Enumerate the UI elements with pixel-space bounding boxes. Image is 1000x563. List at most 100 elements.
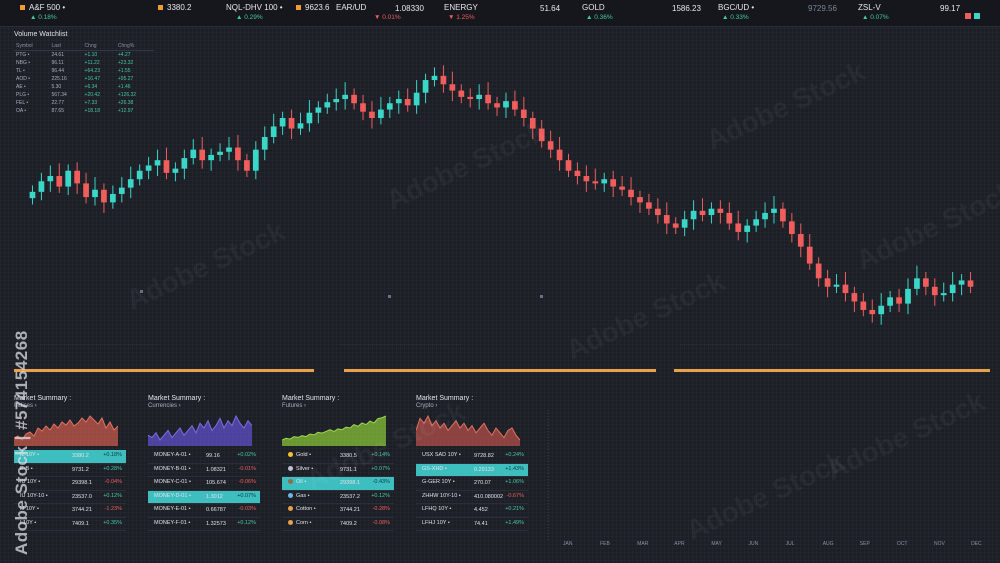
- candle-body[interactable]: [583, 176, 590, 182]
- candle-body[interactable]: [717, 208, 724, 213]
- panel-row[interactable]: MONEY-A-01 • 99.16 +0.02%: [148, 450, 260, 464]
- candle-body[interactable]: [958, 280, 965, 285]
- ticker-item[interactable]: ZSL-V: [858, 3, 881, 12]
- candle-body[interactable]: [851, 293, 858, 302]
- candle-body[interactable]: [628, 189, 634, 198]
- candle-body[interactable]: [413, 92, 420, 106]
- candle-body[interactable]: [815, 263, 822, 279]
- candle-body[interactable]: [869, 309, 876, 315]
- candle-body[interactable]: [726, 212, 733, 224]
- candle-body[interactable]: [101, 189, 107, 203]
- panel-row[interactable]: MONEY-E-01 • 0.66787 -0.03%: [148, 504, 260, 518]
- candle-body[interactable]: [842, 284, 849, 294]
- candle-body[interactable]: [592, 181, 599, 184]
- panel-row[interactable]: LFHJ 10Y • 74.41 +1.49%: [416, 518, 528, 531]
- candle-body[interactable]: [404, 99, 411, 106]
- candle-body[interactable]: [797, 234, 804, 247]
- candle-body[interactable]: [163, 160, 170, 173]
- candle-body[interactable]: [520, 109, 527, 119]
- panel-row[interactable]: LFHQ 10Y • 4.452 +0.21%: [416, 504, 528, 518]
- candle-body[interactable]: [967, 280, 974, 287]
- candle-body[interactable]: [601, 179, 608, 184]
- candle-body[interactable]: [878, 305, 885, 315]
- candle-body[interactable]: [905, 288, 911, 304]
- panel-row[interactable]: Gas • 23537.2 +0.12%: [282, 491, 394, 504]
- ticker-item[interactable]: A&F 500 •: [20, 3, 65, 12]
- candle-body[interactable]: [440, 75, 447, 85]
- candle-body[interactable]: [780, 208, 786, 222]
- candle-body[interactable]: [110, 193, 116, 203]
- candle-body[interactable]: [136, 170, 143, 180]
- panel-row[interactable]: ZHHW 10Y-10 • 410.080002 -0.67%: [416, 491, 528, 504]
- candle-body[interactable]: [619, 186, 625, 190]
- candle-body[interactable]: [699, 210, 706, 216]
- candle-body[interactable]: [92, 189, 98, 198]
- candle-body[interactable]: [56, 176, 63, 187]
- candle-body[interactable]: [708, 208, 715, 216]
- candle-body[interactable]: [940, 293, 947, 296]
- candle-body[interactable]: [806, 246, 813, 264]
- candle-body[interactable]: [654, 208, 661, 216]
- candle-body[interactable]: [503, 101, 509, 108]
- candle-body[interactable]: [315, 107, 322, 113]
- ticker-item[interactable]: BGC/UD •: [718, 3, 754, 12]
- candle-body[interactable]: [494, 103, 500, 108]
- candle-body[interactable]: [208, 154, 215, 161]
- candle-body[interactable]: [610, 179, 617, 187]
- candle-body[interactable]: [467, 96, 474, 100]
- candle-body[interactable]: [386, 103, 393, 110]
- panel-row[interactable]: G-GER 10Y • 270.07 +1.06%: [416, 477, 528, 491]
- candle-body[interactable]: [431, 75, 438, 81]
- candle-body[interactable]: [762, 212, 768, 220]
- candle-body[interactable]: [449, 84, 456, 91]
- candle-body[interactable]: [690, 210, 697, 220]
- candle-body[interactable]: [297, 123, 304, 129]
- candle-body[interactable]: [127, 179, 134, 188]
- candle-body[interactable]: [217, 151, 223, 155]
- candle-body[interactable]: [512, 101, 518, 110]
- candle-body[interactable]: [824, 278, 831, 287]
- candle-body[interactable]: [788, 221, 795, 235]
- ticker-item[interactable]: EAR/UD: [336, 3, 366, 12]
- panel-row[interactable]: MONEY-C-01 • 105.674 -0.06%: [148, 477, 260, 491]
- ticker-item[interactable]: 9623.6: [296, 3, 329, 12]
- candle-body[interactable]: [306, 112, 313, 124]
- candle-body[interactable]: [65, 170, 72, 187]
- panel-category[interactable]: Currencies ›: [148, 403, 260, 409]
- panel-category[interactable]: Futures ›: [282, 403, 394, 409]
- candle-body[interactable]: [860, 301, 867, 310]
- candle-body[interactable]: [279, 118, 286, 127]
- candle-body[interactable]: [342, 94, 349, 100]
- candle-body[interactable]: [395, 99, 402, 104]
- candle-body[interactable]: [458, 90, 465, 97]
- panel-row[interactable]: MONEY-F-01 • 1.32573 +0.12%: [148, 518, 260, 531]
- candle-body[interactable]: [565, 160, 572, 171]
- candle-body[interactable]: [172, 168, 179, 173]
- candle-body[interactable]: [672, 223, 679, 228]
- candle-body[interactable]: [896, 297, 902, 304]
- candle-body[interactable]: [753, 219, 759, 226]
- ticker-item[interactable]: GOLD: [582, 3, 605, 12]
- candle-body[interactable]: [485, 94, 491, 104]
- candle-body[interactable]: [288, 118, 295, 129]
- candle-body[interactable]: [74, 170, 80, 184]
- candle-body[interactable]: [744, 225, 751, 232]
- candle-body[interactable]: [145, 165, 152, 171]
- ticker-item[interactable]: NQL-DHV 100 •: [226, 3, 283, 12]
- candle-body[interactable]: [923, 278, 929, 287]
- candle-body[interactable]: [190, 149, 197, 159]
- panel-row[interactable]: MONEY-D-01 • 1.3012 +0.07%: [148, 490, 260, 504]
- candle-body[interactable]: [735, 223, 742, 232]
- candle-body[interactable]: [637, 197, 643, 203]
- candle-body[interactable]: [369, 111, 375, 119]
- candle-body[interactable]: [199, 149, 206, 161]
- candle-body[interactable]: [324, 102, 331, 108]
- panel-row[interactable]: MONEY-B-01 • 1.08321 -0.01%: [148, 464, 260, 477]
- candle-body[interactable]: [154, 160, 161, 166]
- ticker-item[interactable]: 3380.2: [158, 3, 191, 12]
- candle-body[interactable]: [29, 191, 36, 199]
- candle-body[interactable]: [887, 297, 893, 306]
- candle-body[interactable]: [118, 187, 125, 194]
- candle-body[interactable]: [226, 147, 232, 152]
- candle-body[interactable]: [181, 158, 188, 169]
